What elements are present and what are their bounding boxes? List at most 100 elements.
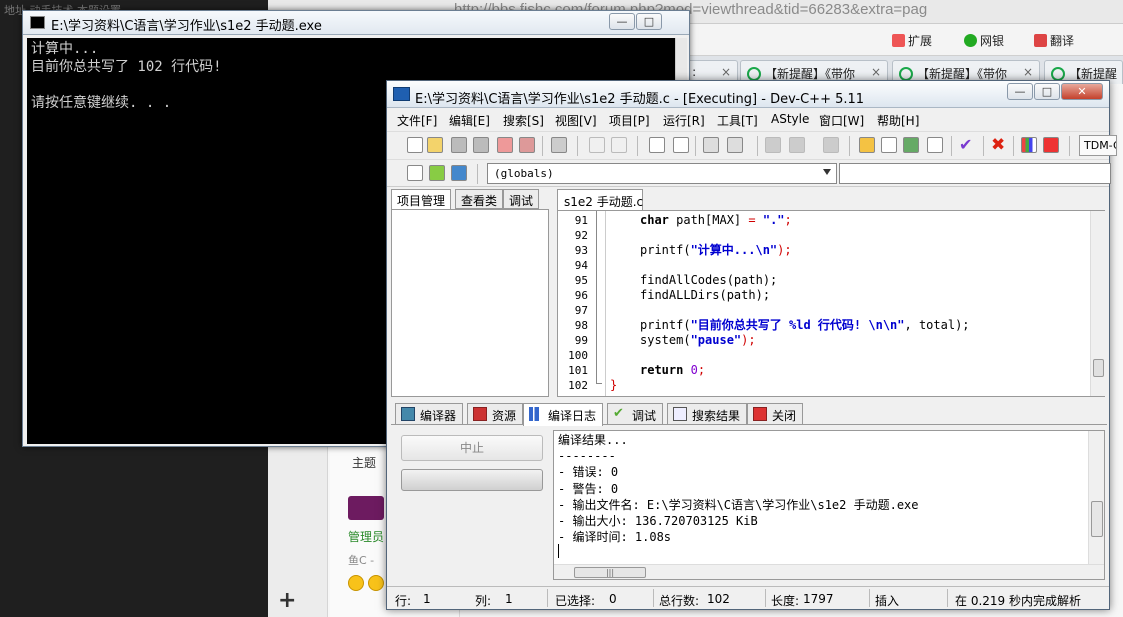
close-all-icon[interactable] [519, 137, 535, 153]
smiley-icon[interactable] [348, 575, 364, 591]
run-icon[interactable] [881, 137, 897, 153]
menu-astyle[interactable]: AStyle [771, 112, 809, 126]
extend-button[interactable]: 扩展 [892, 32, 932, 49]
tab-compiler[interactable]: 编译器 [395, 403, 464, 425]
goto-line-icon[interactable] [703, 137, 719, 153]
menu-tools[interactable]: 工具[T] [717, 112, 758, 129]
bookmark-icon[interactable] [765, 137, 781, 153]
tab-close-icon[interactable]: × [721, 65, 731, 79]
bank-button[interactable]: 网银 [964, 32, 1004, 49]
tab-close[interactable]: 关闭 [747, 403, 804, 425]
project-tree[interactable] [391, 209, 549, 397]
status-lines: 102 [707, 592, 730, 606]
tab-debug[interactable]: 调试 [503, 189, 540, 209]
save-icon[interactable] [451, 137, 467, 153]
devcpp-icon [393, 87, 410, 101]
globals-select[interactable]: (globals) [487, 163, 837, 184]
redo-icon[interactable] [611, 137, 627, 153]
toolbar-separator [637, 136, 638, 156]
tab-debug-output[interactable]: ✔ 调试 [607, 403, 664, 425]
menu-file[interactable]: 文件[F] [397, 112, 437, 129]
log-horizontal-scrollbar[interactable]: ||| [554, 564, 1104, 579]
status-col-label: 列: [475, 594, 492, 608]
profile-icon[interactable] [1043, 137, 1059, 153]
save-all-icon[interactable] [473, 137, 489, 153]
compile-icon[interactable] [859, 137, 875, 153]
editor-scroll-thumb[interactable] [1093, 359, 1104, 377]
status-separator [547, 589, 548, 607]
line-number: 92 [574, 229, 588, 242]
abort-button[interactable]: 中止 [401, 435, 543, 461]
check-icon[interactable]: ✔ [959, 137, 975, 153]
devcpp-title-bar[interactable]: E:\学习资料\C语言\学习作业\s1e2 手动题.c - [Executing… [387, 81, 1109, 108]
avatar[interactable] [348, 496, 384, 520]
function-select[interactable] [839, 163, 1111, 184]
bookmark-next-icon[interactable] [789, 137, 805, 153]
menu-edit[interactable]: 编辑[E] [449, 112, 490, 129]
open-file-icon[interactable] [427, 137, 443, 153]
translate-button[interactable]: 翻译 [1034, 32, 1074, 49]
menu-view[interactable]: 视图[V] [555, 112, 597, 129]
chart-icon[interactable] [1021, 137, 1037, 153]
editor-scrollbar[interactable] [1090, 211, 1105, 396]
new-file-icon[interactable] [407, 137, 423, 153]
left-panel-tabs: 项目管理 查看类 调试 [391, 189, 551, 210]
code-line: printf("目前你总共写了 %ld 行代码! \n\n", total); [640, 318, 970, 332]
tab-close-icon[interactable]: × [871, 65, 881, 79]
tab-compile-log[interactable]: 编译日志 [523, 403, 604, 426]
compile-log[interactable]: 编译结果... -------- - 错误: 0 - 警告: 0 - 输出文件名… [553, 430, 1105, 580]
insert-icon[interactable] [429, 165, 445, 181]
toolbar-separator [951, 136, 952, 156]
menu-run[interactable]: 运行[R] [663, 112, 705, 129]
add-icon[interactable]: + [278, 588, 296, 613]
toolbar-separator [695, 136, 696, 156]
log-horizontal-thumb[interactable]: ||| [574, 567, 646, 578]
code-line: findAllCodes(path); [640, 273, 778, 287]
maximize-button[interactable]: □ [1034, 83, 1060, 100]
minimize-button[interactable]: — [609, 13, 635, 30]
stop-icon[interactable]: ✖ [991, 137, 1007, 154]
console-title: E:\学习资料\C语言\学习作业\s1e2 手动题.exe [51, 19, 322, 34]
line-number: 99 [574, 334, 588, 347]
menu-window[interactable]: 窗口[W] [819, 112, 864, 129]
tab-search-results[interactable]: 搜索结果 [667, 403, 748, 425]
minimize-button[interactable]: — [1007, 83, 1033, 100]
print-icon[interactable] [551, 137, 567, 153]
fishc-icon [747, 67, 761, 81]
code-line: system("pause"); [640, 333, 756, 347]
tab-project-manager[interactable]: 项目管理 [391, 189, 452, 210]
text-caret [558, 544, 559, 558]
close-button[interactable]: ✕ [1061, 83, 1103, 100]
toolbar-separator [983, 136, 984, 156]
admin-label[interactable]: 管理员 [348, 528, 384, 545]
tab-class-browser[interactable]: 查看类 [455, 189, 504, 209]
log-vertical-thumb[interactable] [1091, 501, 1103, 537]
toggle-icon[interactable] [451, 165, 467, 181]
code-editor[interactable]: 91 92 93 94 95 96 97 98 99 100 101 102 c… [557, 210, 1105, 397]
rebuild-icon[interactable] [927, 137, 943, 153]
replace-icon[interactable] [673, 137, 689, 153]
menu-search[interactable]: 搜索[S] [503, 112, 544, 129]
console-title-bar[interactable]: E:\学习资料\C语言\学习作业\s1e2 手动题.exe — □ [23, 11, 689, 35]
maximize-button[interactable]: □ [636, 13, 662, 30]
log-vertical-scrollbar[interactable] [1088, 431, 1104, 564]
code-line: return 0; [640, 363, 706, 377]
tab-resources[interactable]: 资源 [467, 403, 524, 425]
menu-help[interactable]: 帮助[H] [877, 112, 919, 129]
line-number: 102 [568, 379, 588, 392]
compile-run-icon[interactable] [903, 137, 919, 153]
close-file-icon[interactable] [497, 137, 513, 153]
new-class-icon[interactable] [407, 165, 423, 181]
compiler-select[interactable]: TDM-GCC [1079, 135, 1117, 156]
resources-icon [473, 407, 487, 421]
comment-icon[interactable] [823, 137, 839, 153]
menu-project[interactable]: 项目[P] [609, 112, 650, 129]
editor-tab[interactable]: s1e2 手动题.c [557, 189, 643, 210]
undo-icon[interactable] [589, 137, 605, 153]
find-icon[interactable] [649, 137, 665, 153]
chevron-down-icon[interactable] [823, 169, 831, 175]
indent-icon[interactable] [727, 137, 743, 153]
smiley-icon[interactable] [368, 575, 384, 591]
tab-close-icon[interactable]: × [1023, 65, 1033, 79]
line-number: 91 [574, 214, 588, 227]
